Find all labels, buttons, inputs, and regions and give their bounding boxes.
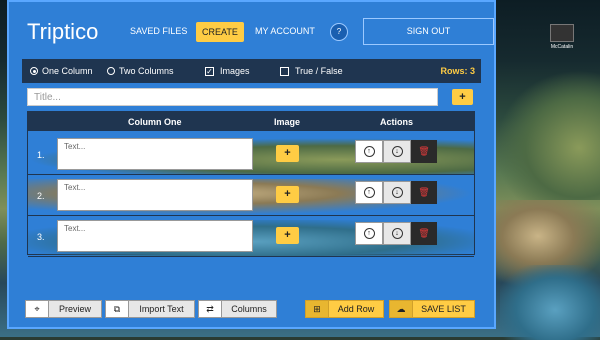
plus-icon: + <box>459 91 466 103</box>
save-list-label: SAVE LIST <box>413 300 475 318</box>
option-true-false[interactable]: True / False <box>280 66 343 76</box>
option-two-columns[interactable]: Two Columns <box>107 66 174 76</box>
plus-square-icon: ⊞ <box>305 300 329 318</box>
radio-icon[interactable] <box>107 67 115 75</box>
file-thumbnail-icon <box>550 24 574 42</box>
checkbox-checked-icon[interactable]: ✓ <box>205 66 214 76</box>
row-text-input[interactable]: Text... <box>57 179 253 211</box>
move-down-button[interactable]: ↓ <box>383 140 411 163</box>
move-up-button[interactable]: ↑ <box>355 140 383 163</box>
row-text-input[interactable]: Text... <box>57 220 253 252</box>
arrow-down-icon: ↓ <box>391 146 403 157</box>
options-bar: One Column Two Columns ✓ Images True / F… <box>22 59 481 83</box>
option-label: One Column <box>42 66 93 76</box>
checkbox-icon[interactable] <box>280 66 289 76</box>
trash-icon: 🗑 <box>418 228 430 238</box>
header-column-one: Column One <box>128 117 182 127</box>
row-number: 2. <box>37 191 45 201</box>
trash-icon: 🗑 <box>418 187 430 197</box>
nav-create[interactable]: CREATE <box>196 22 244 42</box>
landscape-water <box>500 265 600 340</box>
plus-icon: + <box>284 229 291 241</box>
radio-selected-icon[interactable] <box>30 67 38 75</box>
arrow-up-icon: ↑ <box>363 187 375 198</box>
row-text-input[interactable]: Text... <box>57 138 253 170</box>
desktop-icon-label: McCatalin <box>550 44 574 50</box>
delete-button[interactable]: 🗑 <box>411 222 437 245</box>
cloud-upload-icon: ☁ <box>389 300 413 318</box>
header-image: Image <box>274 117 301 127</box>
table-row: 2. Text... + ↑ ↓ 🗑 <box>28 179 474 216</box>
add-image-button[interactable]: + <box>276 227 299 244</box>
preview-label: Preview <box>49 300 102 318</box>
columns-label: Columns <box>222 300 277 318</box>
add-title-image-button[interactable]: + <box>452 89 473 105</box>
rows-count: Rows: 3 <box>440 66 475 76</box>
top-bar: Triptico SAVED FILES CREATE MY ACCOUNT ?… <box>9 2 494 58</box>
help-button[interactable]: ? <box>330 23 348 41</box>
copy-icon: ⧉ <box>105 300 129 318</box>
row-actions: ↑ ↓ 🗑 <box>355 222 437 245</box>
title-input[interactable]: Title... <box>27 88 438 106</box>
move-up-button[interactable]: ↑ <box>355 181 383 204</box>
bottom-toolbar: ⌖ Preview ⧉ Import Text ⇄ Columns ⊞ Add … <box>9 296 494 327</box>
row-number: 3. <box>37 232 45 242</box>
table-row: 1. Text... + ↑ ↓ 🗑 <box>28 138 474 175</box>
arrow-down-icon: ↓ <box>391 187 403 198</box>
move-down-button[interactable]: ↓ <box>383 181 411 204</box>
nav-saved-files[interactable]: SAVED FILES <box>130 26 187 36</box>
desktop-file-icon[interactable]: McCatalin <box>547 24 577 50</box>
plus-icon: + <box>284 147 291 159</box>
delete-button[interactable]: 🗑 <box>411 181 437 204</box>
arrow-up-icon: ↑ <box>363 146 375 157</box>
option-images[interactable]: ✓ Images <box>205 66 250 76</box>
row-actions: ↑ ↓ 🗑 <box>355 181 437 204</box>
move-down-button[interactable]: ↓ <box>383 222 411 245</box>
import-text-label: Import Text <box>129 300 195 318</box>
swap-icon: ⇄ <box>198 300 222 318</box>
save-list-button[interactable]: ☁ SAVE LIST <box>389 300 475 318</box>
columns-button[interactable]: ⇄ Columns <box>198 300 277 318</box>
app-logo[interactable]: Triptico <box>27 19 98 45</box>
nav-my-account[interactable]: MY ACCOUNT <box>255 26 315 36</box>
add-image-button[interactable]: + <box>276 186 299 203</box>
option-label: True / False <box>295 66 343 76</box>
table-header: Column One Image Actions <box>28 112 474 131</box>
binoculars-icon: ⌖ <box>25 300 49 318</box>
arrow-down-icon: ↓ <box>391 228 403 239</box>
sign-out-button[interactable]: SIGN OUT <box>363 18 494 45</box>
option-one-column[interactable]: One Column <box>30 66 93 76</box>
import-text-button[interactable]: ⧉ Import Text <box>105 300 195 318</box>
option-label: Images <box>220 66 250 76</box>
arrow-up-icon: ↑ <box>363 228 375 239</box>
row-actions: ↑ ↓ 🗑 <box>355 140 437 163</box>
plus-icon: + <box>284 188 291 200</box>
app-window: Triptico SAVED FILES CREATE MY ACCOUNT ?… <box>7 0 496 329</box>
delete-button[interactable]: 🗑 <box>411 140 437 163</box>
add-row-label: Add Row <box>329 300 384 318</box>
move-up-button[interactable]: ↑ <box>355 222 383 245</box>
preview-button[interactable]: ⌖ Preview <box>25 300 102 318</box>
add-image-button[interactable]: + <box>276 145 299 162</box>
header-actions: Actions <box>380 117 414 127</box>
trash-icon: 🗑 <box>418 146 430 156</box>
table-row: 3. Text... + ↑ ↓ 🗑 <box>28 220 474 257</box>
option-label: Two Columns <box>119 66 174 76</box>
landscape-hill <box>495 70 600 200</box>
add-row-button[interactable]: ⊞ Add Row <box>305 300 384 318</box>
row-number: 1. <box>37 150 45 160</box>
items-table: Column One Image Actions 1. Text... + ↑ … <box>27 111 475 257</box>
